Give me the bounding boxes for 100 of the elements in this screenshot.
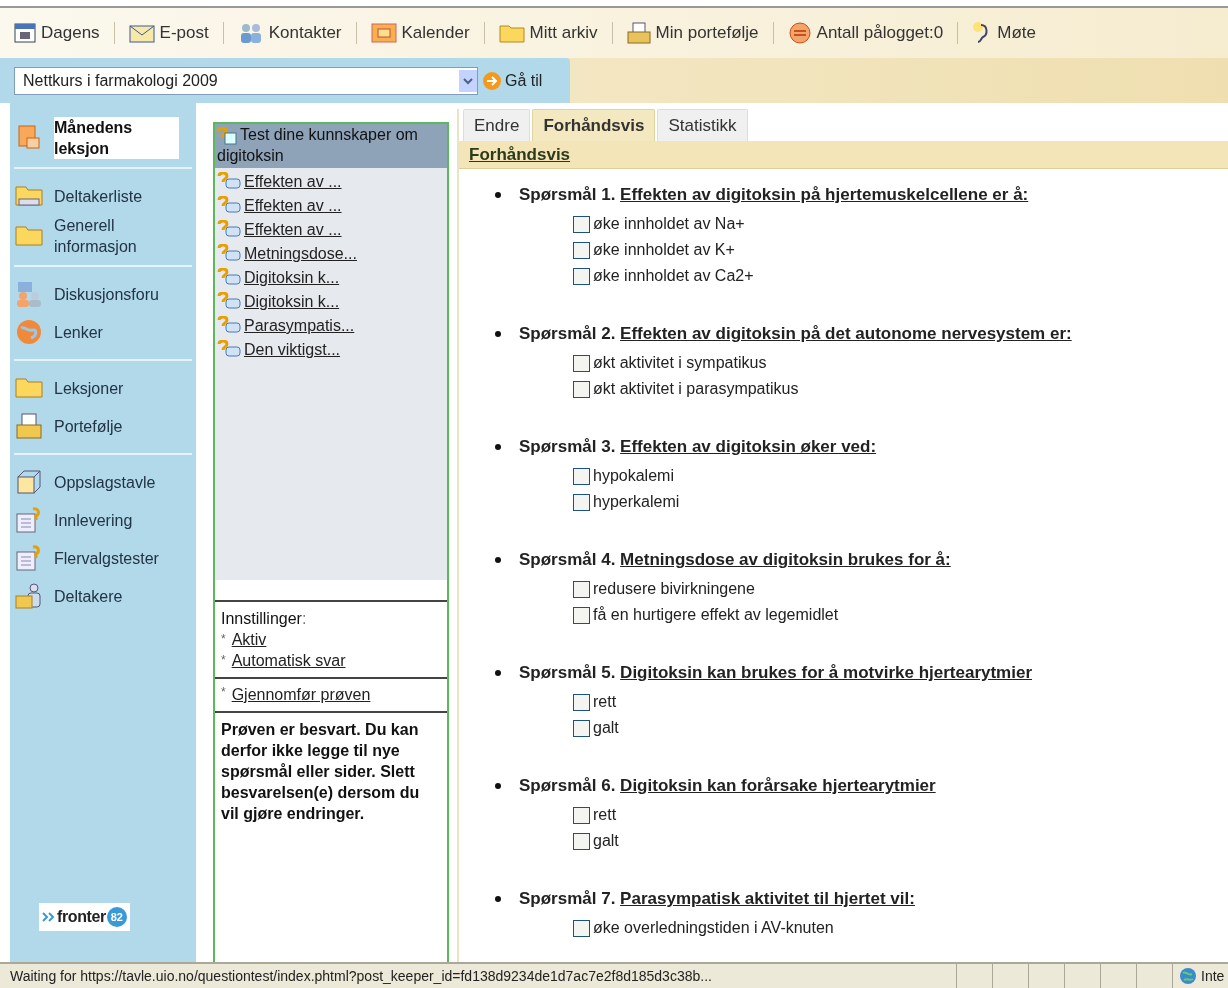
folder-icon (498, 23, 525, 43)
checkbox[interactable] (573, 806, 590, 824)
sidebar-link[interactable]: Deltakere (54, 585, 179, 607)
option-label: øke innholdet av Ca2+ (593, 266, 754, 286)
checkbox[interactable] (573, 493, 590, 511)
option-label: rett (593, 805, 617, 825)
question-link[interactable]: Digitoksin k... (244, 290, 340, 314)
chevrons-icon (42, 912, 56, 922)
toolbar-button[interactable]: Dagens (14, 20, 100, 46)
question-link[interactable]: Effekten av ... (244, 170, 342, 194)
checkbox[interactable] (573, 719, 590, 737)
option-label: økt aktivitet i sympatikus (593, 353, 767, 373)
fronter-logo: fronter 82 (39, 903, 130, 931)
checkbox[interactable] (573, 832, 590, 850)
go-button[interactable]: Gå til (482, 68, 543, 93)
section-header: Forhåndsvis (459, 141, 1228, 169)
sidebar-link[interactable]: Leksjoner (54, 377, 179, 399)
globe-icon (1179, 967, 1197, 985)
question-bubble-icon (217, 292, 241, 312)
question-bubble-icon (217, 172, 241, 192)
checkbox[interactable] (573, 693, 590, 711)
start-test-link[interactable]: Gjennomfør prøven (231, 683, 371, 707)
window-icon (370, 23, 397, 43)
option-label: galt (593, 718, 619, 738)
checkbox[interactable] (573, 606, 590, 624)
question-link[interactable]: Den viktigst... (244, 338, 341, 362)
question-document-icon (15, 506, 43, 534)
bullet-icon (495, 331, 501, 337)
toolbar-button[interactable]: Møte (972, 20, 1036, 46)
bullet-icon (495, 444, 501, 450)
sidebar-link[interactable]: Månedens leksjon (54, 117, 179, 159)
option-label: få en hurtigere effekt av legemidlet (593, 605, 839, 625)
test-title: Test dine kunnskaper om digitoksin (215, 124, 447, 168)
question-bubble-icon (217, 220, 241, 240)
globe-icon (15, 318, 43, 346)
question-link[interactable]: Parasympatis... (244, 314, 355, 338)
settings-link[interactable]: Aktiv (231, 629, 267, 650)
status-text: Waiting for https://tavle.uio.no/questiontest/index.phtml?post_keeper_id=fd138d9234de1d7ac7e2f8d185d3c38b... (10, 966, 713, 986)
question-bubble-icon (217, 196, 241, 216)
calendar-icon (14, 23, 36, 43)
question-bubble-icon (217, 316, 241, 336)
folder-icon (14, 183, 44, 209)
tab[interactable]: Statistikk (657, 109, 748, 141)
question-heading: Spørsmål 5. Digitoksin kan brukes for å motvirke hjertearytmier (519, 662, 1033, 685)
question-bubble-icon (217, 268, 241, 288)
document-icon (15, 124, 43, 152)
folder-icon (14, 223, 44, 249)
tab[interactable]: Forhåndsvis (532, 109, 656, 141)
checkbox[interactable] (573, 354, 590, 372)
chat-bubble-icon (787, 22, 812, 44)
option-label: øke overledningstiden i AV-knuten (593, 918, 834, 938)
toolbar-button[interactable]: Mitt arkiv (498, 20, 598, 46)
bullet-icon (495, 670, 501, 676)
colon-mark: : (301, 609, 307, 629)
question-link[interactable]: Digitoksin k... (244, 266, 340, 290)
checkbox[interactable] (573, 215, 590, 233)
settings-link[interactable]: Automatisk svar (231, 650, 346, 671)
tab[interactable]: Endre (463, 109, 531, 141)
sidebar-link[interactable]: Portefølje (54, 415, 179, 437)
toolbar-button[interactable]: E-post (128, 20, 209, 46)
sidebar-link[interactable]: Deltakerliste (54, 185, 179, 207)
question-heading: Spørsmål 7. Parasympatisk aktivitet til hjertet vil: (519, 888, 915, 911)
notice-text: Prøven er besvart. Du kan derfor ikke legge til nye spørsmål eller sider. Slett besvarelsen(e) dersom du vil gjøre endringer. (221, 720, 421, 824)
checkbox[interactable] (573, 267, 590, 285)
option-label: hyperkalemi (593, 492, 680, 512)
bullet-icon (495, 783, 501, 789)
sidebar-link[interactable]: Oppslagstavle (54, 471, 179, 493)
arrow-circle-icon (482, 70, 502, 91)
sidebar-link[interactable]: Lenker (54, 321, 179, 343)
option-label: øke innholdet av K+ (593, 240, 735, 260)
checkbox[interactable] (573, 467, 590, 485)
question-bubble-icon (217, 244, 241, 264)
checkbox[interactable] (573, 380, 590, 398)
option-label: redusere bivirkningene (593, 579, 755, 599)
bullet-icon (495, 557, 501, 563)
sidebar-link[interactable]: Diskusjonsforu (54, 283, 179, 305)
question-heading: Spørsmål 2. Effekten av digitoksin på det autonome nervesystem er: (519, 323, 1072, 346)
option-label: hypokalemi (593, 466, 674, 486)
toolbar-button[interactable]: Kontakter (237, 20, 342, 46)
sidebar-link[interactable]: Flervalgstester (54, 547, 179, 569)
folder-icon (14, 375, 44, 401)
sidebar-link[interactable]: Innlevering (54, 509, 179, 531)
checkbox[interactable] (573, 919, 590, 937)
room-select[interactable]: Nettkurs i farmakologi 2009 (14, 66, 478, 95)
question-link[interactable]: Effekten av ... (244, 194, 342, 218)
question-heading: Spørsmål 3. Effekten av digitoksin øker ved: (519, 436, 877, 459)
checkbox[interactable] (573, 241, 590, 259)
bullet-mark: * (221, 684, 226, 701)
checkbox[interactable] (573, 580, 590, 598)
option-label: øke innholdet av Na+ (593, 214, 745, 234)
toolbar-button[interactable]: Min portefølje (626, 20, 759, 46)
question-link[interactable]: Metningsdose... (244, 242, 357, 266)
toolbar-button[interactable]: Kalender (370, 20, 470, 46)
bullet-icon (495, 896, 501, 902)
option-label: økt aktivitet i parasympatikus (593, 379, 799, 399)
person-card-icon (14, 582, 44, 610)
question-link[interactable]: Effekten av ... (244, 218, 342, 242)
sidebar-link[interactable]: Generell informasjon (54, 215, 179, 257)
toolbar-button[interactable]: Antall pålogget:0 (787, 20, 944, 46)
people-icon (14, 280, 44, 308)
